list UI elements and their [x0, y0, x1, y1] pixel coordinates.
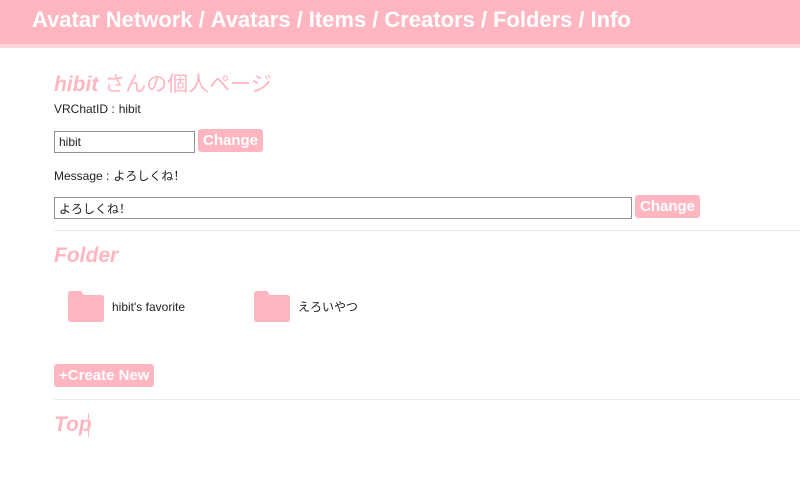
section-divider — [54, 399, 800, 400]
folder-icon — [68, 291, 104, 322]
message-input[interactable] — [54, 197, 632, 219]
create-folder-button[interactable]: +Create New — [54, 364, 155, 387]
nav-info[interactable]: Info — [591, 7, 631, 32]
message-label: Message : よろしくね！ — [54, 167, 185, 184]
nav-folders[interactable]: Folders — [493, 7, 572, 32]
folder-item[interactable]: hibit's favorite — [68, 291, 185, 322]
top-bar: Avatar Network / Avatars / Items / Creators / Fo… — [0, 0, 800, 48]
page-title: hibit さんの個人ページ — [54, 68, 272, 98]
message-value: よろしくね！ — [113, 169, 186, 183]
page-title-suffix: さんの個人ページ — [98, 73, 272, 96]
folder-name: hibit's favorite — [112, 299, 185, 314]
page-title-username: hibit — [54, 73, 99, 96]
nav-separator: / — [198, 7, 205, 32]
nav-avatar-network[interactable]: Avatar Network — [32, 7, 193, 32]
top-link[interactable]: Top — [54, 413, 92, 437]
nav-creators[interactable]: Creators — [384, 7, 474, 32]
folder-heading: Folder — [54, 244, 119, 267]
nav-separator: / — [296, 7, 303, 32]
vrchat-id-label-text: VRChatID : — [54, 102, 115, 116]
folder-icon — [254, 291, 290, 322]
nav-items[interactable]: Items — [309, 7, 366, 32]
folder-name: えろいやつ — [298, 300, 359, 314]
vrchat-id-value: hibit — [118, 102, 141, 116]
folder-item[interactable]: えろいやつ — [254, 291, 358, 322]
nav-separator: / — [578, 7, 585, 32]
main-nav: Avatar Network / Avatars / Items / Creators / Fo… — [32, 7, 631, 33]
vrchat-id-label: VRChatID : hibit — [54, 102, 141, 116]
nav-separator: / — [480, 7, 487, 32]
change-id-button[interactable]: Change — [198, 129, 264, 152]
section-divider — [54, 230, 800, 231]
change-message-button[interactable]: Change — [635, 195, 701, 218]
message-label-text: Message : — [54, 169, 110, 183]
text-cursor — [88, 413, 89, 437]
nav-avatars[interactable]: Avatars — [211, 7, 291, 32]
nav-separator: / — [372, 7, 379, 32]
vrchat-id-input[interactable] — [54, 131, 195, 153]
